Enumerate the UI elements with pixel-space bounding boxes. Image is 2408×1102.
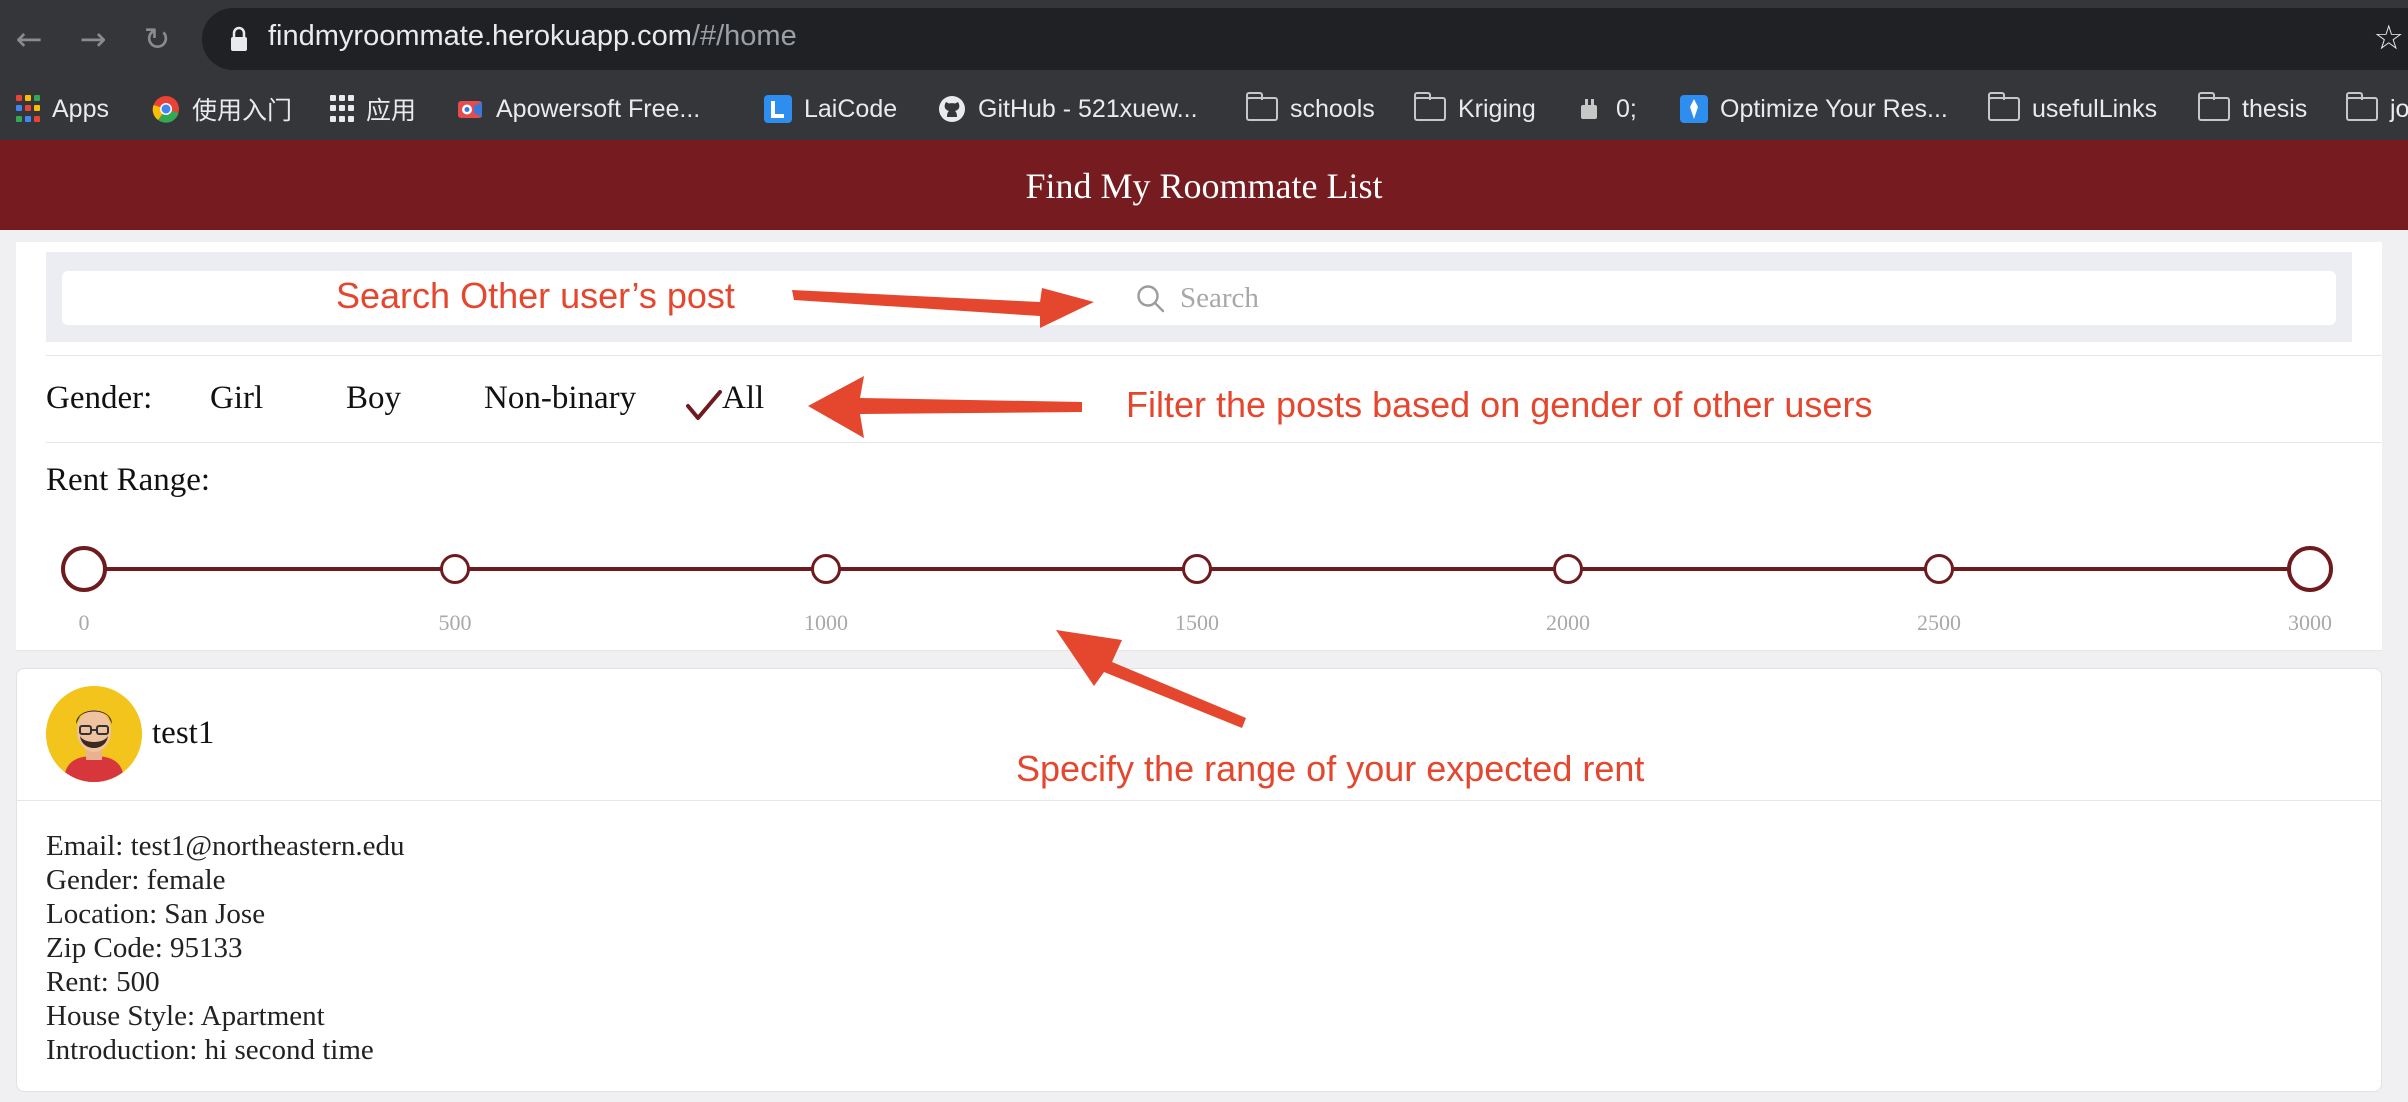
bookmark-apowersoft[interactable]: Apowersoft Free... — [456, 78, 700, 140]
gender-option-all[interactable]: All — [722, 380, 764, 417]
bookmark-label: Kriging — [1458, 94, 1536, 123]
github-icon — [939, 96, 965, 122]
bookmark-folder-thesis[interactable]: thesis — [2197, 78, 2308, 140]
gender-option-girl[interactable]: Girl — [210, 380, 263, 417]
slider-handle[interactable] — [61, 546, 107, 592]
post-email: Email: test1@northeastern.edu — [46, 830, 405, 862]
slider-tick-label: 0 — [78, 610, 90, 635]
bookmark-label: Apps — [52, 94, 109, 123]
bookmark-label: usefulLinks — [2032, 94, 2158, 123]
divider — [16, 800, 2382, 801]
search-icon — [1137, 285, 1165, 313]
slider-step-dot[interactable] — [811, 554, 841, 584]
post-zip-code: Zip Code: 95133 — [46, 932, 243, 964]
url-host: findmyroommate.herokuapp.com — [268, 20, 692, 52]
bookmark-star-icon[interactable]: ☆ — [2374, 18, 2404, 58]
apowersoft-icon — [458, 101, 482, 118]
gender-label: Gender: — [46, 380, 153, 416]
folder-icon — [1245, 92, 1278, 121]
bookmark-label: thesis — [2242, 94, 2308, 123]
bookmark-label: Apowersoft Free... — [496, 94, 701, 123]
slider-step-dot[interactable] — [1553, 554, 1583, 584]
slider-tick-label: 2000 — [1546, 610, 1590, 635]
slider-step-dot[interactable] — [1182, 554, 1212, 584]
post-rent: Rent: 500 — [46, 966, 160, 998]
url-path: /#/home — [691, 20, 797, 52]
divider — [16, 650, 2382, 651]
folder-icon — [2197, 92, 2230, 121]
extension-icon — [1581, 99, 1597, 119]
slider-tick-label: 1500 — [1175, 610, 1219, 635]
slider-tick-label: 500 — [438, 610, 472, 635]
post-card — [16, 668, 2382, 1092]
forward-arrow-icon[interactable]: → — [70, 16, 116, 62]
slider-tick-label: 3000 — [2288, 610, 2332, 635]
bookmark-label: schools — [1290, 94, 1375, 123]
gender-option-boy[interactable]: Boy — [346, 380, 401, 417]
bookmark-github[interactable]: GitHub - 521xuew... — [938, 78, 1198, 140]
slider-tick-label: 1000 — [804, 610, 848, 635]
laicode-icon — [764, 95, 792, 123]
lock-icon — [231, 26, 247, 51]
rent-range-label: Rent Range: — [46, 462, 211, 498]
checkmark-icon — [686, 390, 722, 420]
bookmark-label: LaiCode — [804, 94, 898, 123]
bookmark-getting-started[interactable]: 使用入门 — [152, 78, 292, 140]
bookmark-label: 使用入门 — [192, 97, 293, 125]
slider-step-dot[interactable] — [1924, 554, 1954, 584]
back-arrow-icon[interactable]: ← — [6, 16, 52, 62]
apps-grid-icon — [330, 95, 354, 123]
page-title: Find My Roommate List — [0, 140, 2408, 230]
annotation-search: Search Other user’s post — [336, 275, 735, 316]
post-gender: Gender: female — [46, 864, 226, 896]
reload-icon[interactable]: ↻ — [134, 16, 180, 62]
gender-option-non-binary[interactable]: Non-binary — [484, 380, 636, 417]
bookmark-label: jo — [2390, 94, 2408, 123]
bookmark-folder-schools[interactable]: schools — [1245, 78, 1375, 140]
annotation-rent-range: Specify the range of your expected rent — [1016, 748, 1645, 789]
bookmark-laicode[interactable]: LaiCode — [764, 78, 897, 140]
bookmark-extension[interactable]: 0; — [1576, 78, 1637, 140]
apps-grid-icon — [16, 95, 40, 123]
bookmark-folder-usefullinks[interactable]: usefulLinks — [1987, 78, 2158, 140]
folder-icon — [2345, 92, 2378, 121]
slider-step-dot[interactable] — [440, 554, 470, 584]
folder-icon — [1413, 92, 1446, 121]
bookmark-label: Optimize Your Res... — [1720, 94, 1948, 123]
browser-toolbar: ← → ↻ findmyroommate.herokuapp.com/#/hom… — [0, 0, 2408, 78]
bookmark-apps-cn[interactable]: 应用 — [330, 78, 416, 140]
post-introduction: Introduction: hi second time — [46, 1034, 374, 1066]
divider — [46, 442, 2382, 443]
chrome-icon — [152, 96, 179, 123]
bookmarks-bar: Apps 使用入门 应用 Apowersoft Free... LaiCode … — [0, 78, 2408, 141]
bookmark-folder-jo[interactable]: jo — [2345, 78, 2408, 140]
avatar[interactable] — [46, 686, 142, 782]
annotation-gender-filter: Filter the posts based on gender of othe… — [1126, 384, 1873, 425]
slider-handle[interactable] — [2287, 546, 2333, 592]
folder-icon — [1987, 92, 2020, 121]
post-house-style: House Style: Apartment — [46, 1000, 325, 1032]
bookmark-optimize[interactable]: Optimize Your Res... — [1680, 78, 1948, 140]
address-bar[interactable]: findmyroommate.herokuapp.com/#/home ☆ — [202, 8, 2408, 70]
bookmark-label: GitHub - 521xuew... — [978, 94, 1198, 123]
bookmark-apps[interactable]: Apps — [16, 78, 109, 140]
url-text[interactable]: findmyroommate.herokuapp.com/#/home — [268, 20, 797, 53]
bookmark-label: 应用 — [366, 97, 417, 125]
slider-tick-label: 2500 — [1917, 610, 1961, 635]
bookmark-folder-kriging[interactable]: Kriging — [1413, 78, 1536, 140]
bookmark-label: 0; — [1616, 94, 1637, 123]
divider — [46, 355, 2382, 356]
optimize-icon — [1680, 95, 1708, 123]
post-username: test1 — [152, 715, 215, 751]
post-location: Location: San Jose — [46, 898, 266, 930]
